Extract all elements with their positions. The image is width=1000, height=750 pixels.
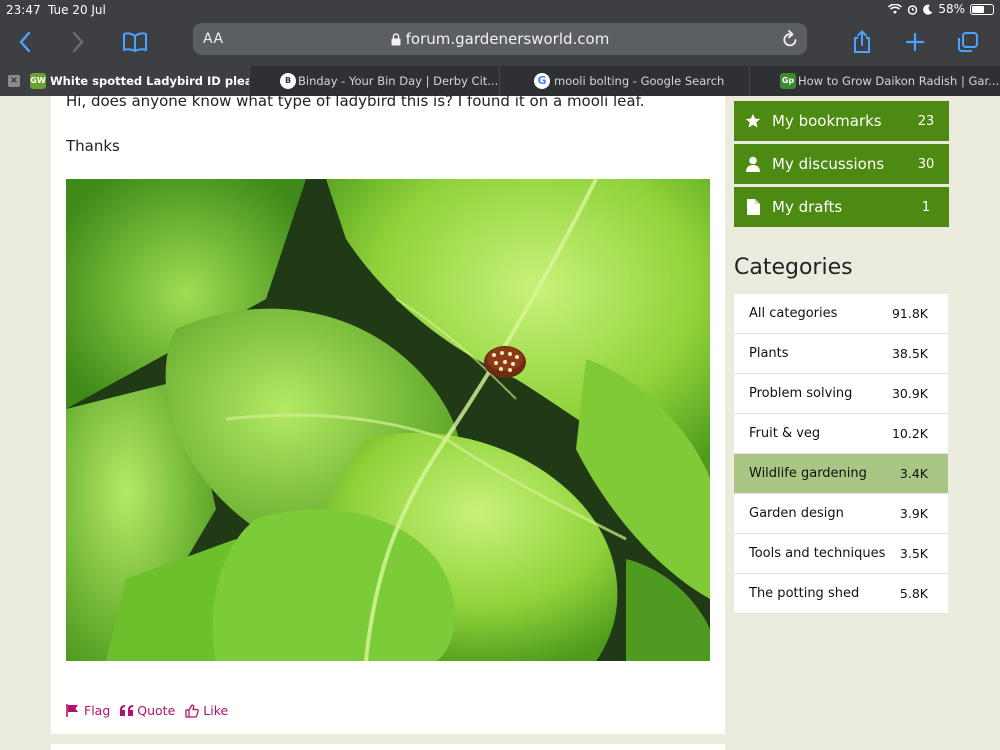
post-actions: Flag Quote Like — [66, 703, 228, 718]
gardenerspath-favicon-icon: Gp — [780, 73, 796, 89]
reload-icon[interactable] — [781, 29, 799, 49]
count-badge: 1 — [921, 199, 931, 215]
share-button[interactable] — [846, 26, 878, 58]
count-badge: 30 — [917, 156, 935, 172]
category-count: 38.5K — [891, 346, 928, 361]
category-plants[interactable]: Plants 38.5K — [734, 334, 948, 374]
category-name: Fruit & veg — [749, 426, 821, 441]
url-text: forum.gardenersworld.com — [405, 30, 610, 48]
tab-title: Binday - Your Bin Day | Derby Cit... — [298, 74, 499, 88]
alarm-icon — [908, 4, 918, 15]
category-count: 91.8K — [891, 306, 928, 321]
forum-post: Hi, does anyone know what type of ladybi… — [51, 92, 725, 734]
category-tools-techniques[interactable]: Tools and techniques 3.5K — [734, 534, 948, 574]
new-tab-button[interactable] — [899, 26, 931, 58]
battery-fill — [972, 5, 984, 13]
star-icon — [745, 113, 761, 128]
lock-icon — [391, 33, 401, 46]
tab-title: White spotted Ladybird ID pleas... — [50, 74, 250, 88]
moon-icon — [923, 4, 933, 15]
thumbs-up-icon — [185, 703, 200, 718]
my-bookmarks-button[interactable]: My bookmarks 23 — [734, 101, 949, 141]
category-count: 10.2K — [891, 426, 928, 441]
gardenersworld-favicon-icon: GW — [30, 73, 46, 89]
status-right: 58% — [888, 2, 994, 16]
address-bar[interactable]: AA forum.gardenersworld.com — [193, 23, 807, 55]
user-icon — [746, 156, 760, 172]
button-label: My discussions — [772, 155, 885, 173]
category-all[interactable]: All categories 91.8K — [734, 294, 948, 334]
my-discussions-button[interactable]: My discussions 30 — [734, 144, 949, 184]
wifi-icon — [888, 3, 903, 14]
post-body-line-1: Hi, does anyone know what type of ladybi… — [66, 92, 645, 110]
category-name: The potting shed — [749, 586, 860, 601]
my-drafts-button[interactable]: My drafts 1 — [734, 187, 949, 227]
category-name: Garden design — [749, 506, 844, 521]
categories-list: All categories 91.8K Plants 38.5K Problem … — [734, 294, 948, 614]
next-post-edge — [51, 744, 725, 750]
post-body-line-2: Thanks — [66, 137, 120, 155]
url-display[interactable]: forum.gardenersworld.com — [193, 30, 807, 48]
share-icon — [854, 30, 870, 53]
post-photo-ladybird-on-leaf[interactable] — [66, 179, 710, 661]
category-count: 3.4K — [899, 466, 928, 481]
bookmarks-button[interactable] — [119, 26, 151, 58]
forward-button[interactable] — [62, 26, 94, 58]
quote-button[interactable]: Quote — [120, 703, 175, 718]
browser-chrome: 23:47 Tue 20 Jul 58% AA forum.gardenersw… — [0, 0, 1000, 66]
category-potting-shed[interactable]: The potting shed 5.8K — [734, 574, 948, 614]
like-label: Like — [203, 703, 229, 718]
categories-heading: Categories — [734, 255, 853, 280]
battery-icon — [970, 3, 994, 15]
file-icon — [746, 199, 760, 215]
category-count: 3.9K — [899, 506, 928, 521]
category-count: 30.9K — [891, 386, 928, 401]
status-bar: 23:47 Tue 20 Jul 58% — [0, 0, 1000, 20]
book-icon — [123, 32, 147, 52]
tab-title: mooli bolting - Google Search — [554, 74, 725, 88]
category-count: 5.8K — [899, 586, 928, 601]
count-badge: 23 — [917, 113, 935, 129]
category-problem-solving[interactable]: Problem solving 30.9K — [734, 374, 948, 414]
browser-toolbar: AA forum.gardenersworld.com — [0, 20, 1000, 66]
quote-icon — [120, 705, 134, 716]
category-garden-design[interactable]: Garden design 3.9K — [734, 494, 948, 534]
flag-label: Flag — [84, 703, 111, 718]
button-label: My drafts — [772, 198, 843, 216]
quote-label: Quote — [137, 703, 176, 718]
binday-favicon-icon: B — [280, 73, 296, 89]
category-name: All categories — [749, 306, 838, 321]
category-fruit-veg[interactable]: Fruit & veg 10.2K — [734, 414, 948, 454]
tab-daikon[interactable]: Gp How to Grow Daikon Radish | Gar... — [750, 66, 1000, 96]
battery-percent: 58% — [938, 2, 965, 16]
leaf-photo — [66, 179, 710, 661]
tab-overview-button[interactable] — [952, 26, 984, 58]
tabs-icon — [958, 32, 978, 52]
back-button[interactable] — [9, 26, 41, 58]
close-tab-icon[interactable]: × — [8, 75, 20, 87]
category-name: Plants — [749, 346, 789, 361]
status-date: Tue 20 Jul — [48, 3, 106, 17]
category-name: Tools and techniques — [749, 546, 886, 561]
category-name: Problem solving — [749, 386, 853, 401]
category-name: Wildlife gardening — [749, 466, 867, 481]
button-label: My bookmarks — [772, 112, 882, 130]
chevron-right-icon — [72, 31, 84, 53]
flag-icon — [66, 704, 78, 717]
status-time: 23:47 — [6, 3, 41, 17]
chevron-left-icon — [19, 31, 31, 53]
tab-title: How to Grow Daikon Radish | Gar... — [798, 74, 1000, 88]
google-favicon-icon: G — [534, 73, 550, 89]
like-button[interactable]: Like — [185, 703, 228, 718]
category-wildlife-gardening[interactable]: Wildlife gardening 3.4K — [734, 454, 948, 494]
plus-icon — [905, 32, 925, 52]
category-count: 3.5K — [899, 546, 928, 561]
flag-button[interactable]: Flag — [66, 703, 110, 718]
